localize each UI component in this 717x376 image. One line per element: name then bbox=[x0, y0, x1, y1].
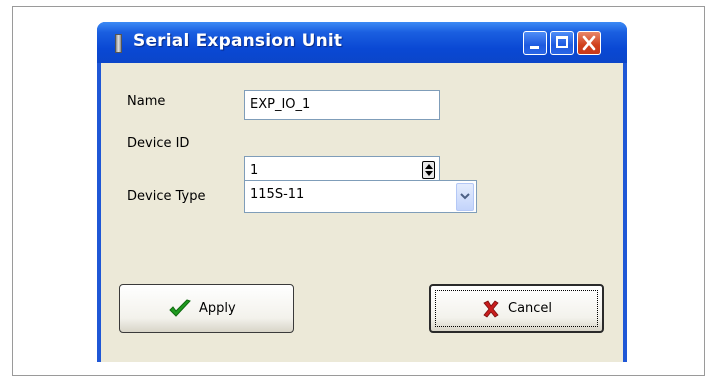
close-button[interactable] bbox=[577, 31, 601, 55]
checkmark-icon bbox=[169, 299, 191, 317]
app-icon bbox=[115, 34, 122, 53]
chevron-down-icon bbox=[460, 193, 470, 200]
x-icon bbox=[483, 300, 499, 318]
apply-button[interactable]: Apply bbox=[119, 284, 294, 333]
spin-button[interactable] bbox=[422, 161, 435, 179]
title-bar[interactable]: Serial Expansion Unit bbox=[97, 22, 627, 63]
device-type-select[interactable]: 115S-11 bbox=[244, 180, 477, 213]
cancel-label: Cancel bbox=[508, 301, 553, 316]
spin-up-icon bbox=[425, 164, 433, 169]
name-value: EXP_IO_1 bbox=[250, 97, 311, 112]
device-id-label: Device ID bbox=[127, 136, 190, 151]
dialog-body: Name EXP_IO_1 Device ID 1 Device Type 11… bbox=[101, 63, 623, 362]
minimize-icon bbox=[530, 46, 539, 49]
maximize-icon bbox=[556, 36, 568, 48]
device-id-value: 1 bbox=[250, 163, 259, 178]
dropdown-button[interactable] bbox=[456, 183, 474, 211]
maximize-button[interactable] bbox=[550, 31, 574, 55]
window-title: Serial Expansion Unit bbox=[133, 31, 343, 51]
dialog-window: Serial Expansion Unit Name EXP_IO_1 Devi… bbox=[97, 22, 627, 362]
name-input[interactable]: EXP_IO_1 bbox=[244, 90, 440, 120]
cancel-button[interactable]: Cancel bbox=[429, 284, 604, 333]
apply-label: Apply bbox=[199, 301, 236, 316]
spin-down-icon bbox=[425, 171, 433, 176]
device-type-label: Device Type bbox=[127, 189, 206, 204]
minimize-button[interactable] bbox=[523, 31, 547, 55]
close-icon bbox=[582, 35, 596, 51]
device-type-value: 115S-11 bbox=[250, 187, 305, 202]
name-label: Name bbox=[127, 94, 166, 109]
